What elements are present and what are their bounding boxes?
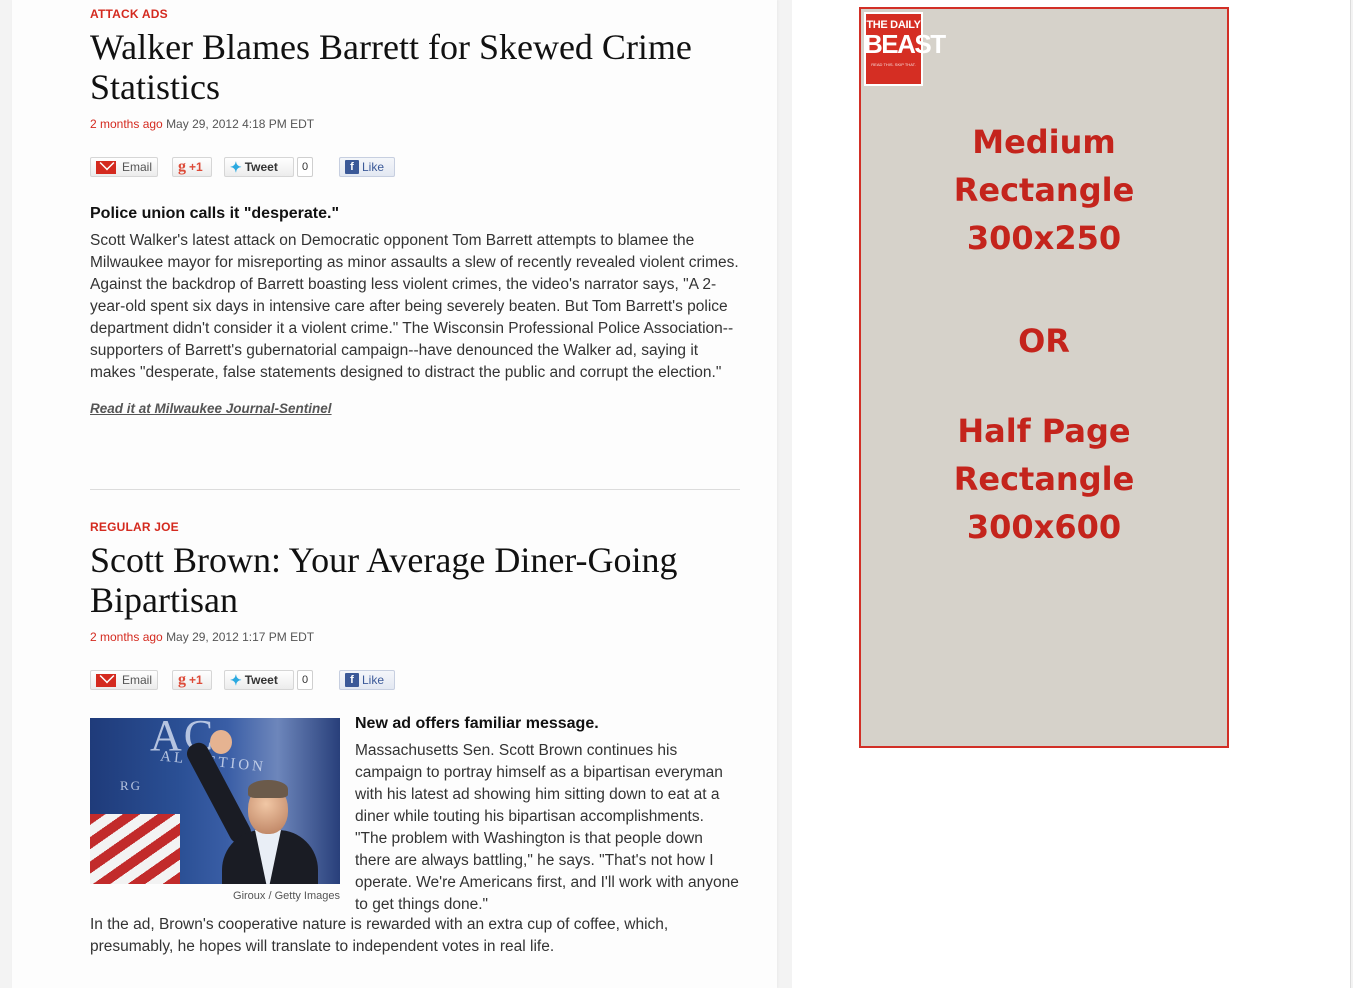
email-button[interactable]: Email (90, 157, 158, 177)
twitter-bird-icon: ✦ (230, 671, 242, 688)
logo-tagline: READ THIS. SKIP THAT. (871, 62, 916, 67)
like-button[interactable]: f Like (339, 157, 395, 177)
article-text-column: New ad offers familiar message. Massachu… (355, 715, 740, 916)
time-ago: 2 months ago (90, 117, 163, 131)
google-plus-label: +1 (189, 673, 203, 687)
tweet-button[interactable]: ✦ Tweet (224, 670, 294, 690)
article-body: Massachusetts Sen. Scott Brown continues… (355, 742, 739, 913)
photo-banner-text: RG (120, 778, 143, 793)
email-button[interactable]: Email (90, 670, 158, 690)
ad-label: 300x250 (966, 219, 1122, 257)
logo-line: BEAST (864, 29, 946, 59)
photo-flag (90, 814, 180, 884)
article-deck: Police union calls it "desperate." (90, 205, 340, 222)
publish-date: May 29, 2012 4:18 PM EDT (166, 117, 315, 131)
article-kicker[interactable]: ATTACK ADS (90, 7, 740, 21)
article-headline[interactable]: Walker Blames Barrett for Skewed Crime S… (90, 27, 740, 107)
publish-date: May 29, 2012 1:17 PM EDT (166, 630, 315, 644)
article-divider (90, 489, 740, 490)
share-bar: Email g +1 ✦ Tweet 0 f Like (90, 155, 740, 179)
ad-label: Medium (972, 123, 1116, 161)
article-body: Scott Walker's latest attack on Democrat… (90, 232, 739, 381)
photo-column: AC AL ACTION RG Giroux / Getty Images (90, 718, 340, 916)
ad-placeholder[interactable]: THE DAILY BEAST READ THIS. SKIP THAT. Me… (859, 7, 1229, 748)
twitter-bird-icon: ✦ (230, 158, 242, 175)
facebook-icon: f (345, 673, 359, 687)
ad-label: Half Page (957, 412, 1131, 450)
tweet-label: Tweet (244, 673, 278, 687)
article-dateline: 2 months ago May 29, 2012 1:17 PM EDT (90, 630, 740, 644)
share-bar: Email g +1 ✦ Tweet 0 f Like (90, 668, 740, 692)
google-plus-label: +1 (189, 160, 203, 174)
email-icon (96, 673, 116, 687)
google-plus-icon: g (178, 158, 186, 175)
read-more-link[interactable]: Read it at Milwaukee Journal-Sentinel (90, 401, 740, 416)
time-ago: 2 months ago (90, 630, 163, 644)
google-plus-button[interactable]: g +1 (172, 157, 212, 177)
email-label: Email (121, 160, 152, 174)
ad-size-medium: Medium Rectangle 300x250 (861, 118, 1227, 262)
tweet-button[interactable]: ✦ Tweet (224, 157, 294, 177)
article-media-row: AC AL ACTION RG Giroux / Getty Images Ne… (90, 715, 740, 916)
tweet-count: 0 (297, 157, 313, 177)
ad-size-halfpage: Half Page Rectangle 300x600 (861, 407, 1227, 551)
article-headline[interactable]: Scott Brown: Your Average Diner-Going Bi… (90, 540, 740, 620)
article-brown: REGULAR JOE Scott Brown: Your Average Di… (90, 516, 740, 958)
email-icon (96, 160, 116, 174)
article-photo[interactable]: AC AL ACTION RG (90, 718, 340, 884)
photo-credit: Giroux / Getty Images (233, 890, 340, 902)
like-label: Like (362, 673, 385, 687)
tweet-label: Tweet (244, 160, 278, 174)
article-walker: ATTACK ADS Walker Blames Barrett for Ske… (90, 0, 740, 416)
article-body-tail: In the ad, Brown's cooperative nature is… (90, 916, 669, 955)
ad-label: Rectangle (953, 460, 1135, 498)
ad-label: Rectangle (953, 171, 1135, 209)
article-kicker[interactable]: REGULAR JOE (90, 520, 740, 534)
photo-person-hair (248, 780, 288, 798)
article-dateline: 2 months ago May 29, 2012 4:18 PM EDT (90, 117, 740, 131)
facebook-icon: f (345, 160, 359, 174)
like-label: Like (362, 160, 385, 174)
google-plus-button[interactable]: g +1 (172, 670, 212, 690)
like-button[interactable]: f Like (339, 670, 395, 690)
email-label: Email (121, 673, 152, 687)
daily-beast-logo[interactable]: THE DAILY BEAST READ THIS. SKIP THAT. (864, 12, 946, 86)
photo-person-hand (210, 730, 232, 754)
ad-or-label: OR (1018, 322, 1070, 360)
article-deck: New ad offers familiar message. (355, 715, 599, 732)
google-plus-icon: g (178, 671, 186, 688)
ad-label: 300x600 (966, 508, 1122, 546)
tweet-count: 0 (297, 670, 313, 690)
